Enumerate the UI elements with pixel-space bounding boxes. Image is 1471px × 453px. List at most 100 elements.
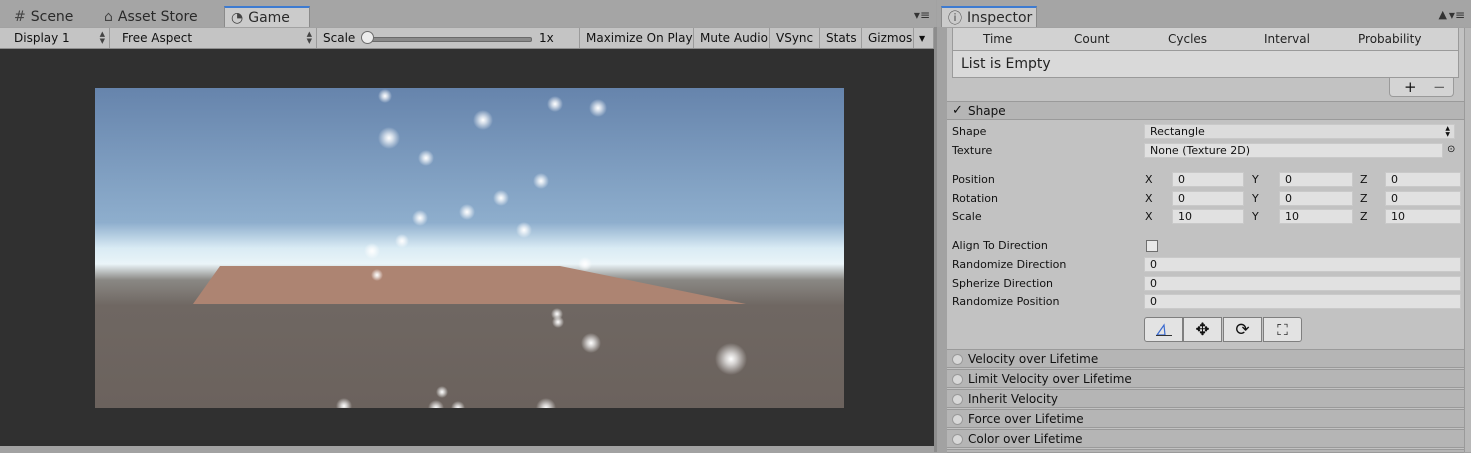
position-x-value: 0 bbox=[1178, 173, 1185, 186]
inspector-panel: Time Count Cycles Interval Probability L… bbox=[947, 28, 1464, 453]
position-z-label: Z bbox=[1360, 173, 1368, 186]
rotation-z-field[interactable]: 0 bbox=[1385, 191, 1461, 206]
module-inherit-velocity[interactable]: Inherit Velocity bbox=[947, 389, 1464, 408]
shape-dropdown-value: Rectangle bbox=[1150, 125, 1205, 138]
scale-tool-button[interactable]: ⛶ bbox=[1263, 317, 1302, 342]
position-label: Position bbox=[952, 173, 995, 186]
vsync-toggle[interactable]: VSync bbox=[770, 28, 820, 48]
remove-burst-button[interactable]: − bbox=[1433, 78, 1446, 96]
tab-inspector-label: Inspector bbox=[967, 9, 1033, 26]
bursts-col-time: Time bbox=[983, 32, 1013, 46]
gizmos-label: Gizmos bbox=[868, 31, 913, 45]
tab-menu-icon[interactable]: ▾≡ bbox=[914, 8, 930, 22]
module-next-partial bbox=[947, 449, 1464, 453]
scale-z-field[interactable]: 10 bbox=[1385, 209, 1461, 224]
texture-value: None (Texture 2D) bbox=[1150, 144, 1251, 157]
bursts-col-count: Count bbox=[1074, 32, 1110, 46]
move-tool-button[interactable]: ✥ bbox=[1183, 317, 1222, 342]
gizmos-toggle[interactable]: Gizmos bbox=[862, 28, 914, 48]
spherize-direction-field[interactable]: 0 bbox=[1144, 276, 1461, 291]
tab-asset-store-label: Asset Store bbox=[117, 8, 198, 25]
game-toolbar: Display 1 ▲ ▼ Free Aspect ▲ ▼ Scale 1x Max… bbox=[0, 28, 934, 49]
scale-label: Scale bbox=[952, 210, 982, 223]
position-y-label: Y bbox=[1252, 173, 1259, 186]
align-to-direction-checkbox[interactable] bbox=[1146, 240, 1158, 252]
rotation-z-value: 0 bbox=[1391, 192, 1398, 205]
edit-shape-button[interactable] bbox=[1144, 317, 1183, 342]
pacman-icon: ◔ bbox=[231, 9, 244, 26]
aspect-dropdown[interactable]: Free Aspect ▲ ▼ bbox=[116, 28, 317, 48]
module-label: Inherit Velocity bbox=[968, 392, 1058, 406]
module-toggle-icon[interactable] bbox=[952, 434, 963, 445]
rotate-icon: ⟳ bbox=[1235, 319, 1250, 340]
rotation-y-field[interactable]: 0 bbox=[1279, 191, 1353, 206]
store-icon: ⌂ bbox=[104, 8, 113, 25]
scale-x-label: X bbox=[1145, 210, 1153, 223]
rotate-tool-button[interactable]: ⟳ bbox=[1223, 317, 1262, 342]
inspector-scrollbar[interactable] bbox=[1464, 28, 1471, 452]
maximize-on-play-toggle[interactable]: Maximize On Play bbox=[580, 28, 694, 48]
tab-inspector[interactable]: ⓘ Inspector bbox=[941, 6, 1037, 27]
position-z-value: 0 bbox=[1391, 173, 1398, 186]
bursts-col-interval: Interval bbox=[1264, 32, 1310, 46]
shape-label: Shape bbox=[952, 125, 987, 138]
module-limit-velocity-over-lifetime[interactable]: Limit Velocity over Lifetime bbox=[947, 369, 1464, 388]
game-viewport[interactable] bbox=[95, 88, 844, 408]
tab-asset-store[interactable]: ⌂ Asset Store bbox=[98, 6, 204, 27]
texture-field[interactable]: None (Texture 2D) bbox=[1144, 143, 1443, 158]
display-dropdown[interactable]: Display 1 ▲ ▼ bbox=[8, 28, 110, 48]
gizmos-dropdown-icon[interactable]: ▼ bbox=[914, 28, 934, 48]
spherize-direction-value: 0 bbox=[1150, 277, 1157, 290]
position-y-field[interactable]: 0 bbox=[1279, 172, 1353, 187]
lock-icon[interactable]: ▲ bbox=[1439, 8, 1447, 21]
inspector-menu-icon[interactable]: ▾≡ bbox=[1449, 8, 1465, 22]
vsync-label: VSync bbox=[776, 31, 814, 45]
rotation-x-field[interactable]: 0 bbox=[1172, 191, 1244, 206]
scale-slider-track[interactable] bbox=[370, 37, 532, 42]
game-view[interactable] bbox=[0, 49, 934, 446]
info-icon: ⓘ bbox=[948, 10, 962, 27]
module-toggle-icon[interactable] bbox=[952, 354, 963, 365]
module-force-over-lifetime[interactable]: Force over Lifetime bbox=[947, 409, 1464, 428]
randomize-direction-field[interactable]: 0 bbox=[1144, 257, 1461, 272]
randomize-direction-value: 0 bbox=[1150, 258, 1157, 271]
position-x-field[interactable]: 0 bbox=[1172, 172, 1244, 187]
bursts-col-cycles: Cycles bbox=[1168, 32, 1208, 46]
scale-x-value: 10 bbox=[1178, 210, 1192, 223]
add-burst-button[interactable]: + bbox=[1404, 78, 1417, 96]
bursts-empty-text: List is Empty bbox=[961, 56, 1051, 72]
mute-audio-toggle[interactable]: Mute Audio bbox=[694, 28, 770, 48]
module-toggle-icon[interactable] bbox=[952, 374, 963, 385]
tab-scene[interactable]: # Scene bbox=[8, 6, 79, 27]
tab-game-label: Game bbox=[248, 9, 290, 26]
position-z-field[interactable]: 0 bbox=[1385, 172, 1461, 187]
game-tabstrip: # Scene ⌂ Asset Store ◔ Game ▾≡ bbox=[0, 0, 936, 27]
updown-icon: ▲ ▼ bbox=[99, 30, 105, 45]
rotation-x-value: 0 bbox=[1178, 192, 1185, 205]
mute-label: Mute Audio bbox=[700, 31, 768, 45]
module-velocity-over-lifetime[interactable]: Velocity over Lifetime bbox=[947, 349, 1464, 368]
scale-slider-thumb[interactable] bbox=[361, 31, 374, 44]
tab-scene-label: Scene bbox=[30, 8, 74, 25]
module-toggle-icon[interactable] bbox=[952, 414, 963, 425]
shape-edit-icon bbox=[1155, 322, 1172, 336]
rotation-z-label: Z bbox=[1360, 192, 1368, 205]
panel-divider[interactable] bbox=[934, 27, 937, 452]
scale-y-value: 10 bbox=[1285, 210, 1299, 223]
randomize-position-field[interactable]: 0 bbox=[1144, 294, 1461, 309]
shape-dropdown[interactable]: Rectangle ▲ ▼ bbox=[1144, 124, 1455, 139]
shape-module-header[interactable]: ✓ Shape bbox=[947, 101, 1464, 120]
object-picker-icon[interactable]: ⊙ bbox=[1447, 144, 1455, 155]
tab-game[interactable]: ◔ Game bbox=[224, 6, 310, 27]
module-label: Limit Velocity over Lifetime bbox=[968, 372, 1132, 386]
inspector-tabstrip: ⓘ Inspector ▲ ▾≡ bbox=[937, 0, 1471, 27]
module-color-over-lifetime[interactable]: Color over Lifetime bbox=[947, 429, 1464, 448]
randomize-position-label: Randomize Position bbox=[952, 295, 1060, 308]
scale-x-field[interactable]: 10 bbox=[1172, 209, 1244, 224]
module-toggle-icon[interactable] bbox=[952, 394, 963, 405]
scale-y-field[interactable]: 10 bbox=[1279, 209, 1353, 224]
rotation-x-label: X bbox=[1145, 192, 1153, 205]
stats-toggle[interactable]: Stats bbox=[820, 28, 862, 48]
check-icon[interactable]: ✓ bbox=[952, 103, 963, 118]
position-x-label: X bbox=[1145, 173, 1153, 186]
